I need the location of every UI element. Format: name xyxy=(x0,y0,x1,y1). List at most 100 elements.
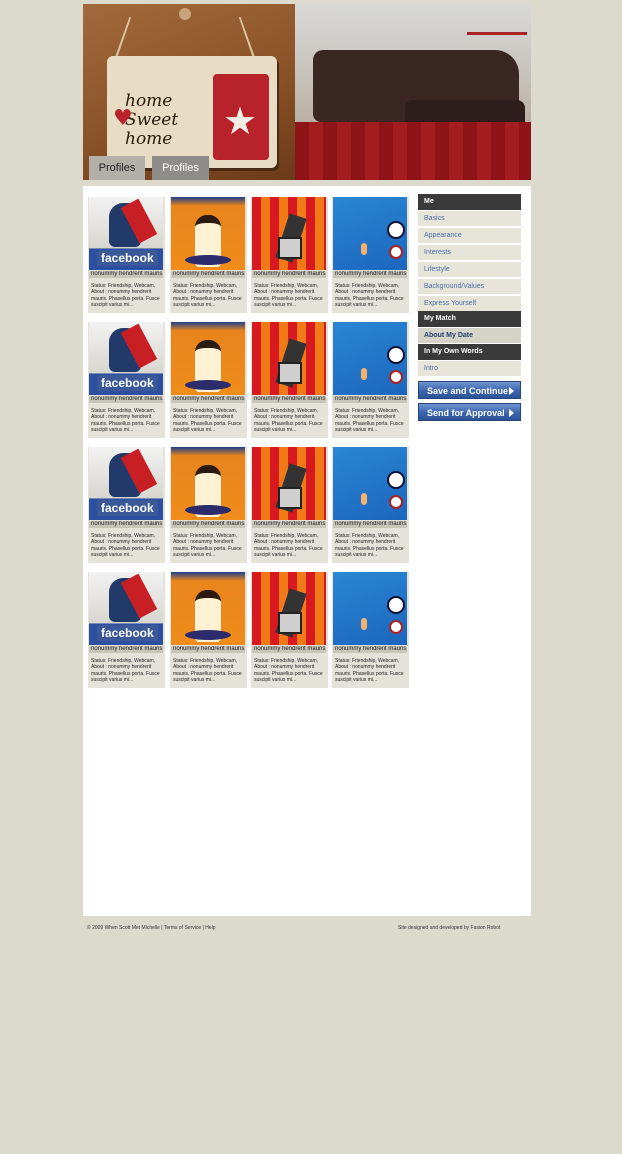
profile-card[interactable]: facebook nonummy hendrerit mauris. Status:… xyxy=(88,322,165,438)
profile-thumbnail[interactable] xyxy=(333,572,407,645)
profile-description: Status: Friendship, Webcam, About : nonu… xyxy=(335,658,404,684)
profile-card[interactable]: nonummy hendrerit mauris. Status: Friends… xyxy=(251,322,328,438)
profile-name[interactable]: nonummy hendrerit mauris. xyxy=(171,521,245,528)
profile-name[interactable]: nonummy hendrerit mauris. xyxy=(333,521,407,528)
figure-base xyxy=(185,380,231,390)
nav-section-my-match: My Match xyxy=(418,311,521,327)
profile-description: Status: Friendship, Webcam, About : nonu… xyxy=(335,533,404,559)
figure-base xyxy=(185,505,231,515)
orb-shape xyxy=(387,221,405,239)
profile-name[interactable]: nonummy hendrerit mauris. xyxy=(89,646,163,653)
profile-name[interactable]: nonummy hendrerit mauris. xyxy=(252,521,326,528)
profile-description: Status: Friendship, Webcam, About : nonu… xyxy=(91,283,160,309)
profile-thumbnail[interactable] xyxy=(333,322,407,395)
orb-shape xyxy=(387,471,405,489)
profile-card[interactable]: facebook nonummy hendrerit mauris. Status:… xyxy=(88,447,165,563)
profile-name[interactable]: nonummy hendrerit mauris. xyxy=(333,396,407,403)
flame-shape xyxy=(361,618,367,630)
footer-credit: Site designed and developed by Fusion Ro… xyxy=(398,925,501,931)
profile-thumbnail[interactable]: facebook xyxy=(89,197,163,270)
profile-name[interactable]: nonummy hendrerit mauris. xyxy=(252,646,326,653)
profile-thumbnail[interactable] xyxy=(171,197,245,270)
profile-thumbnail[interactable] xyxy=(252,322,326,395)
profile-card[interactable]: nonummy hendrerit mauris. Status: Friends… xyxy=(170,322,247,438)
profile-name[interactable]: nonummy hendrerit mauris. xyxy=(171,396,245,403)
facebook-logo: facebook xyxy=(97,500,158,516)
flame-shape xyxy=(361,368,367,380)
profile-description: Status: Friendship, Webcam, About : nonu… xyxy=(173,533,242,559)
profile-name[interactable]: nonummy hendrerit mauris. xyxy=(333,646,407,653)
orb-shape xyxy=(389,495,403,509)
profile-thumbnail[interactable] xyxy=(252,197,326,270)
profile-name[interactable]: nonummy hendrerit mauris. xyxy=(252,396,326,403)
profile-card[interactable]: nonummy hendrerit mauris. Status: Friends… xyxy=(332,322,409,438)
tab-profiles[interactable]: Profiles xyxy=(89,156,145,180)
heart-icon: ♥ xyxy=(113,106,133,131)
send-approval-label: Send for Approval xyxy=(427,408,505,418)
profile-card[interactable]: facebook nonummy hendrerit mauris. Status:… xyxy=(88,197,165,313)
profile-description: Status: Friendship, Webcam, About : nonu… xyxy=(173,658,242,684)
profile-name[interactable]: nonummy hendrerit mauris. xyxy=(252,271,326,278)
profile-thumbnail[interactable] xyxy=(333,197,407,270)
nav-item-intro[interactable]: Intro xyxy=(418,360,521,376)
profile-name[interactable]: nonummy hendrerit mauris. xyxy=(333,271,407,278)
header-banner: home Sweet home ♥ ★ Profiles Profiles xyxy=(83,4,531,180)
profile-card[interactable]: nonummy hendrerit mauris. Status: Friends… xyxy=(170,197,247,313)
figure-head xyxy=(278,487,302,509)
orb-shape xyxy=(389,245,403,259)
profile-name[interactable]: nonummy hendrerit mauris. xyxy=(171,646,245,653)
profile-card[interactable]: nonummy hendrerit mauris. Status: Friends… xyxy=(170,447,247,563)
footer-copyright: © 2009 When Scott Met Michelle | Terms o… xyxy=(87,925,216,931)
send-approval-button[interactable]: Send for Approval xyxy=(418,403,521,421)
profile-card[interactable]: nonummy hendrerit mauris. Status: Friends… xyxy=(251,197,328,313)
profile-name[interactable]: nonummy hendrerit mauris. xyxy=(171,271,245,278)
nav-section-own-words: In My Own Words xyxy=(418,344,521,360)
orb-shape xyxy=(387,596,405,614)
profile-card[interactable]: nonummy hendrerit mauris. Status: Friends… xyxy=(251,572,328,688)
nav-item-express-yourself[interactable]: Express Yourself xyxy=(418,295,521,311)
profile-thumbnail[interactable] xyxy=(252,572,326,645)
profile-thumbnail[interactable] xyxy=(171,447,245,520)
profile-card[interactable]: nonummy hendrerit mauris. Status: Friends… xyxy=(332,197,409,313)
profile-name[interactable]: nonummy hendrerit mauris. xyxy=(89,521,163,528)
profile-thumbnail[interactable] xyxy=(333,447,407,520)
arrow-right-icon xyxy=(509,409,514,417)
profile-card[interactable]: nonummy hendrerit mauris. Status: Friends… xyxy=(332,447,409,563)
nav-item-interests[interactable]: Interests xyxy=(418,244,521,260)
profile-thumbnail[interactable]: facebook xyxy=(89,322,163,395)
profile-name[interactable]: nonummy hendrerit mauris. xyxy=(89,271,163,278)
tab-profiles-active[interactable]: Profiles xyxy=(152,156,209,180)
figure-head xyxy=(278,612,302,634)
copyright-text: © 2009 When Scott Met Michelle xyxy=(87,925,160,931)
terms-link[interactable]: Terms of Service xyxy=(164,925,201,931)
profile-description: Status: Friendship, Webcam, About : nonu… xyxy=(173,283,242,309)
save-continue-button[interactable]: Save and Continue xyxy=(418,381,521,399)
profile-name[interactable]: nonummy hendrerit mauris. xyxy=(89,396,163,403)
profile-card[interactable]: nonummy hendrerit mauris. Status: Friends… xyxy=(170,572,247,688)
figure-base xyxy=(185,255,231,265)
profile-description: Status: Friendship, Webcam, About : nonu… xyxy=(254,408,323,434)
figure-head xyxy=(278,362,302,384)
profile-card[interactable]: nonummy hendrerit mauris. Status: Friends… xyxy=(251,447,328,563)
profile-thumbnail[interactable] xyxy=(171,572,245,645)
profile-card[interactable]: facebook nonummy hendrerit mauris. Status:… xyxy=(88,572,165,688)
profile-description: Status: Friendship, Webcam, About : nonu… xyxy=(254,283,323,309)
profile-thumbnail[interactable]: facebook xyxy=(89,572,163,645)
profile-description: Status: Friendship, Webcam, About : nonu… xyxy=(91,408,160,434)
nav-item-basics[interactable]: Basics xyxy=(418,210,521,226)
flame-shape xyxy=(361,243,367,255)
profile-description: Status: Friendship, Webcam, About : nonu… xyxy=(335,408,404,434)
profile-description: Status: Friendship, Webcam, About : nonu… xyxy=(173,408,242,434)
profile-thumbnail[interactable] xyxy=(252,447,326,520)
profile-thumbnail[interactable]: facebook xyxy=(89,447,163,520)
profile-thumbnail[interactable] xyxy=(171,322,245,395)
facebook-logo: facebook xyxy=(97,250,158,266)
help-link[interactable]: Help xyxy=(205,925,215,931)
profile-card[interactable]: nonummy hendrerit mauris. Status: Friends… xyxy=(332,572,409,688)
nav-item-about-my-date[interactable]: About My Date xyxy=(418,327,521,343)
nav-item-appearance[interactable]: Appearance xyxy=(418,227,521,243)
profile-description: Status: Friendship, Webcam, About : nonu… xyxy=(91,658,160,684)
rug-shape xyxy=(295,122,531,180)
nav-item-background-values[interactable]: Background/Values xyxy=(418,278,521,294)
nav-item-lifestyle[interactable]: Lifestyle xyxy=(418,261,521,277)
